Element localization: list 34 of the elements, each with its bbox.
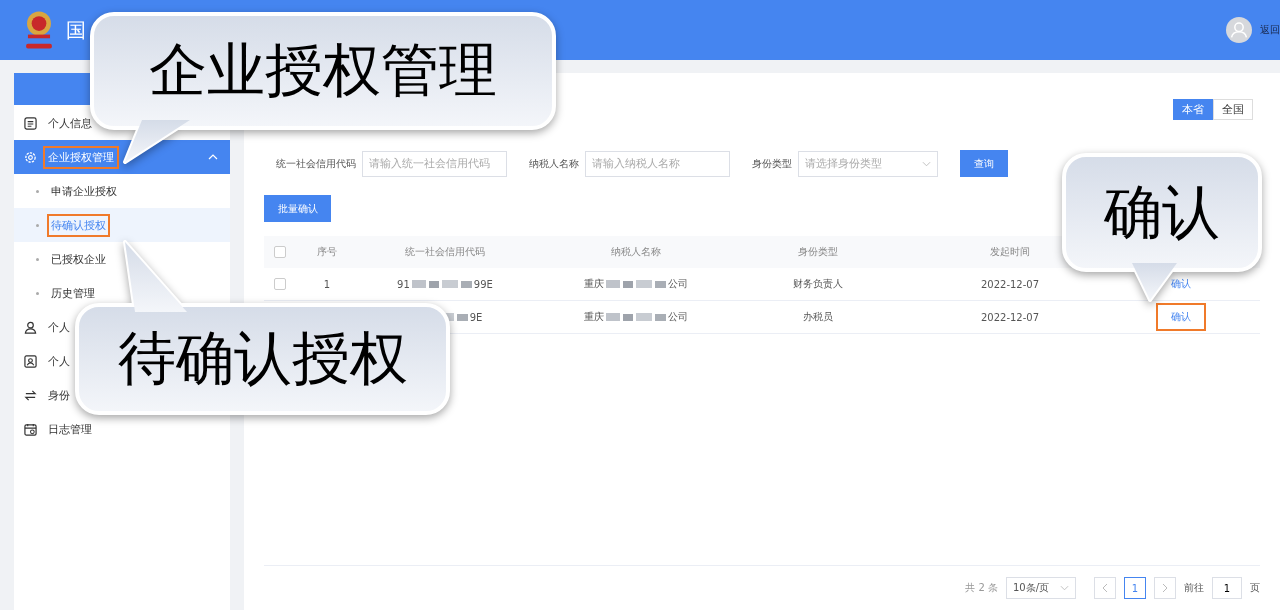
table-cell: 办税员: [803, 310, 833, 324]
menu-label: 个人信息: [47, 115, 93, 132]
menu-label: 日志管理: [47, 421, 93, 438]
page-unit: 页: [1250, 581, 1260, 595]
column-header: 发起时间: [990, 245, 1030, 259]
table-cell: 2022-12-07: [980, 278, 1040, 290]
submenu-label: 待确认授权: [47, 213, 110, 237]
submenu-label: 已授权企业: [50, 251, 107, 268]
menu-label: 个人: [47, 319, 71, 336]
table-cell: 2022-12-07: [980, 311, 1040, 323]
table-cell: 9E: [469, 311, 483, 323]
filter-label: 纳税人名称: [529, 156, 579, 171]
table-cell: 财务负责人: [793, 277, 843, 291]
table-cell: 99E: [473, 278, 493, 290]
table-cell: 91: [397, 278, 410, 290]
site-title: 国: [66, 16, 86, 44]
menu-label: 企业授权管理: [43, 145, 119, 169]
submenu-label: 申请企业授权: [50, 183, 118, 200]
column-header: 统一社会信用代码: [405, 245, 485, 259]
column-header: 身份类型: [798, 245, 838, 259]
total-count: 共 2 条: [965, 581, 998, 595]
filter-label: 身份类型: [752, 156, 792, 171]
table-cell: 公司: [668, 277, 688, 291]
column-header: 纳税人名称: [611, 245, 661, 259]
column-header: 序号: [317, 245, 337, 259]
table-cell: 重庆: [584, 277, 604, 291]
table-cell: 公司: [668, 310, 688, 324]
filter-label: 统一社会信用代码: [276, 156, 356, 171]
goto-label: 前往: [1184, 581, 1204, 595]
submenu-label: 历史管理: [50, 285, 96, 302]
menu-label: 个人: [47, 353, 71, 370]
table-cell: 重庆: [584, 310, 604, 324]
table-cell: 1: [323, 278, 331, 290]
menu-label: 身份: [47, 387, 71, 404]
